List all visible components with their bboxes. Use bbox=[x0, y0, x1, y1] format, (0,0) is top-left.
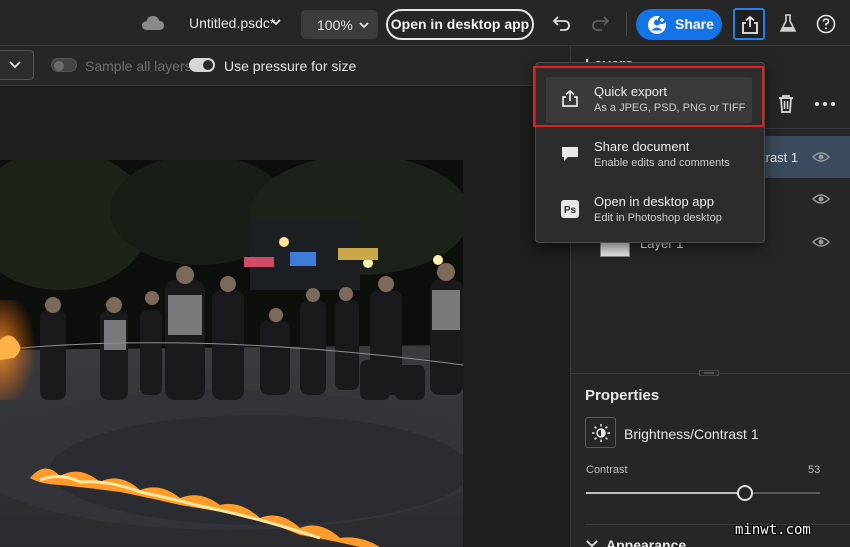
adjustment-name: Brightness/Contrast 1 bbox=[624, 426, 759, 442]
divider bbox=[626, 12, 627, 36]
use-pressure-toggle[interactable] bbox=[189, 58, 215, 72]
layer-name: trast 1 bbox=[762, 150, 799, 165]
toggle-knob bbox=[203, 60, 213, 70]
eye-icon[interactable] bbox=[812, 151, 830, 163]
undo-icon[interactable] bbox=[552, 14, 572, 32]
watermark: minwt.com bbox=[735, 522, 811, 538]
options-bar: Sample all layers Use pressure for size bbox=[0, 46, 570, 86]
contrast-label: Contrast bbox=[586, 464, 628, 476]
canvas-photo[interactable] bbox=[0, 160, 463, 547]
chevron-down-icon[interactable] bbox=[586, 540, 598, 547]
comment-icon bbox=[562, 147, 578, 161]
slider-handle[interactable] bbox=[737, 485, 754, 501]
contrast-slider[interactable] bbox=[586, 485, 820, 501]
flask-icon[interactable] bbox=[778, 13, 798, 34]
document-title[interactable]: Untitled.psdc* bbox=[189, 15, 275, 31]
svg-text:Ps: Ps bbox=[564, 205, 577, 216]
quick-export-item[interactable]: Quick export As a JPEG, PSD, PNG or TIFF bbox=[546, 77, 752, 123]
properties-panel-title: Properties bbox=[585, 387, 660, 404]
photoshop-icon: Ps bbox=[561, 200, 579, 218]
menu-item-title: Open in desktop app bbox=[594, 194, 714, 209]
menu-item-subtitle: Enable edits and comments bbox=[594, 157, 730, 169]
open-in-desktop-item[interactable]: Ps Open in desktop app Edit in Photoshop… bbox=[546, 187, 752, 233]
resize-grip-icon[interactable] bbox=[699, 370, 719, 376]
share-label: Share bbox=[675, 16, 714, 32]
menu-item-title: Quick export bbox=[594, 84, 667, 99]
top-bar: Untitled.psdc* 100% Open in desktop app … bbox=[0, 0, 850, 46]
chevron-down-icon bbox=[9, 61, 21, 69]
tool-preset-dropdown[interactable] bbox=[0, 50, 34, 80]
share-button[interactable]: Share bbox=[636, 9, 722, 40]
toggle-knob bbox=[54, 61, 64, 71]
menu-item-title: Share document bbox=[594, 139, 690, 154]
add-user-icon bbox=[648, 16, 666, 34]
open-in-desktop-button[interactable]: Open in desktop app bbox=[386, 9, 534, 40]
eye-icon[interactable] bbox=[812, 236, 830, 248]
fire-performance-photo bbox=[0, 160, 463, 547]
share-document-item[interactable]: Share document Enable edits and comments bbox=[546, 132, 752, 178]
cloud-icon[interactable] bbox=[141, 14, 165, 32]
sun-icon bbox=[592, 424, 610, 442]
menu-item-subtitle: As a JPEG, PSD, PNG or TIFF bbox=[594, 102, 746, 114]
eye-icon[interactable] bbox=[812, 193, 830, 205]
adjustment-type-button[interactable] bbox=[585, 417, 616, 448]
appearance-section-header[interactable]: Appearance bbox=[606, 537, 686, 547]
zoom-dropdown[interactable]: 100% bbox=[301, 10, 378, 39]
export-icon bbox=[562, 90, 578, 107]
redo-icon[interactable] bbox=[590, 14, 610, 32]
sample-all-layers-toggle[interactable] bbox=[51, 58, 77, 72]
export-icon bbox=[742, 15, 758, 34]
sample-all-layers-label: Sample all layers bbox=[85, 58, 192, 74]
chevron-down-icon[interactable] bbox=[270, 16, 282, 28]
contrast-value[interactable]: 53 bbox=[808, 464, 820, 476]
chevron-down-icon bbox=[359, 22, 369, 29]
help-icon[interactable] bbox=[816, 14, 836, 34]
zoom-value: 100% bbox=[317, 17, 353, 33]
export-button[interactable] bbox=[733, 8, 765, 40]
use-pressure-label: Use pressure for size bbox=[224, 58, 357, 74]
menu-item-subtitle: Edit in Photoshop desktop bbox=[594, 212, 722, 224]
trash-icon[interactable] bbox=[777, 94, 795, 114]
slider-fill bbox=[586, 492, 746, 494]
more-icon[interactable] bbox=[814, 100, 836, 108]
